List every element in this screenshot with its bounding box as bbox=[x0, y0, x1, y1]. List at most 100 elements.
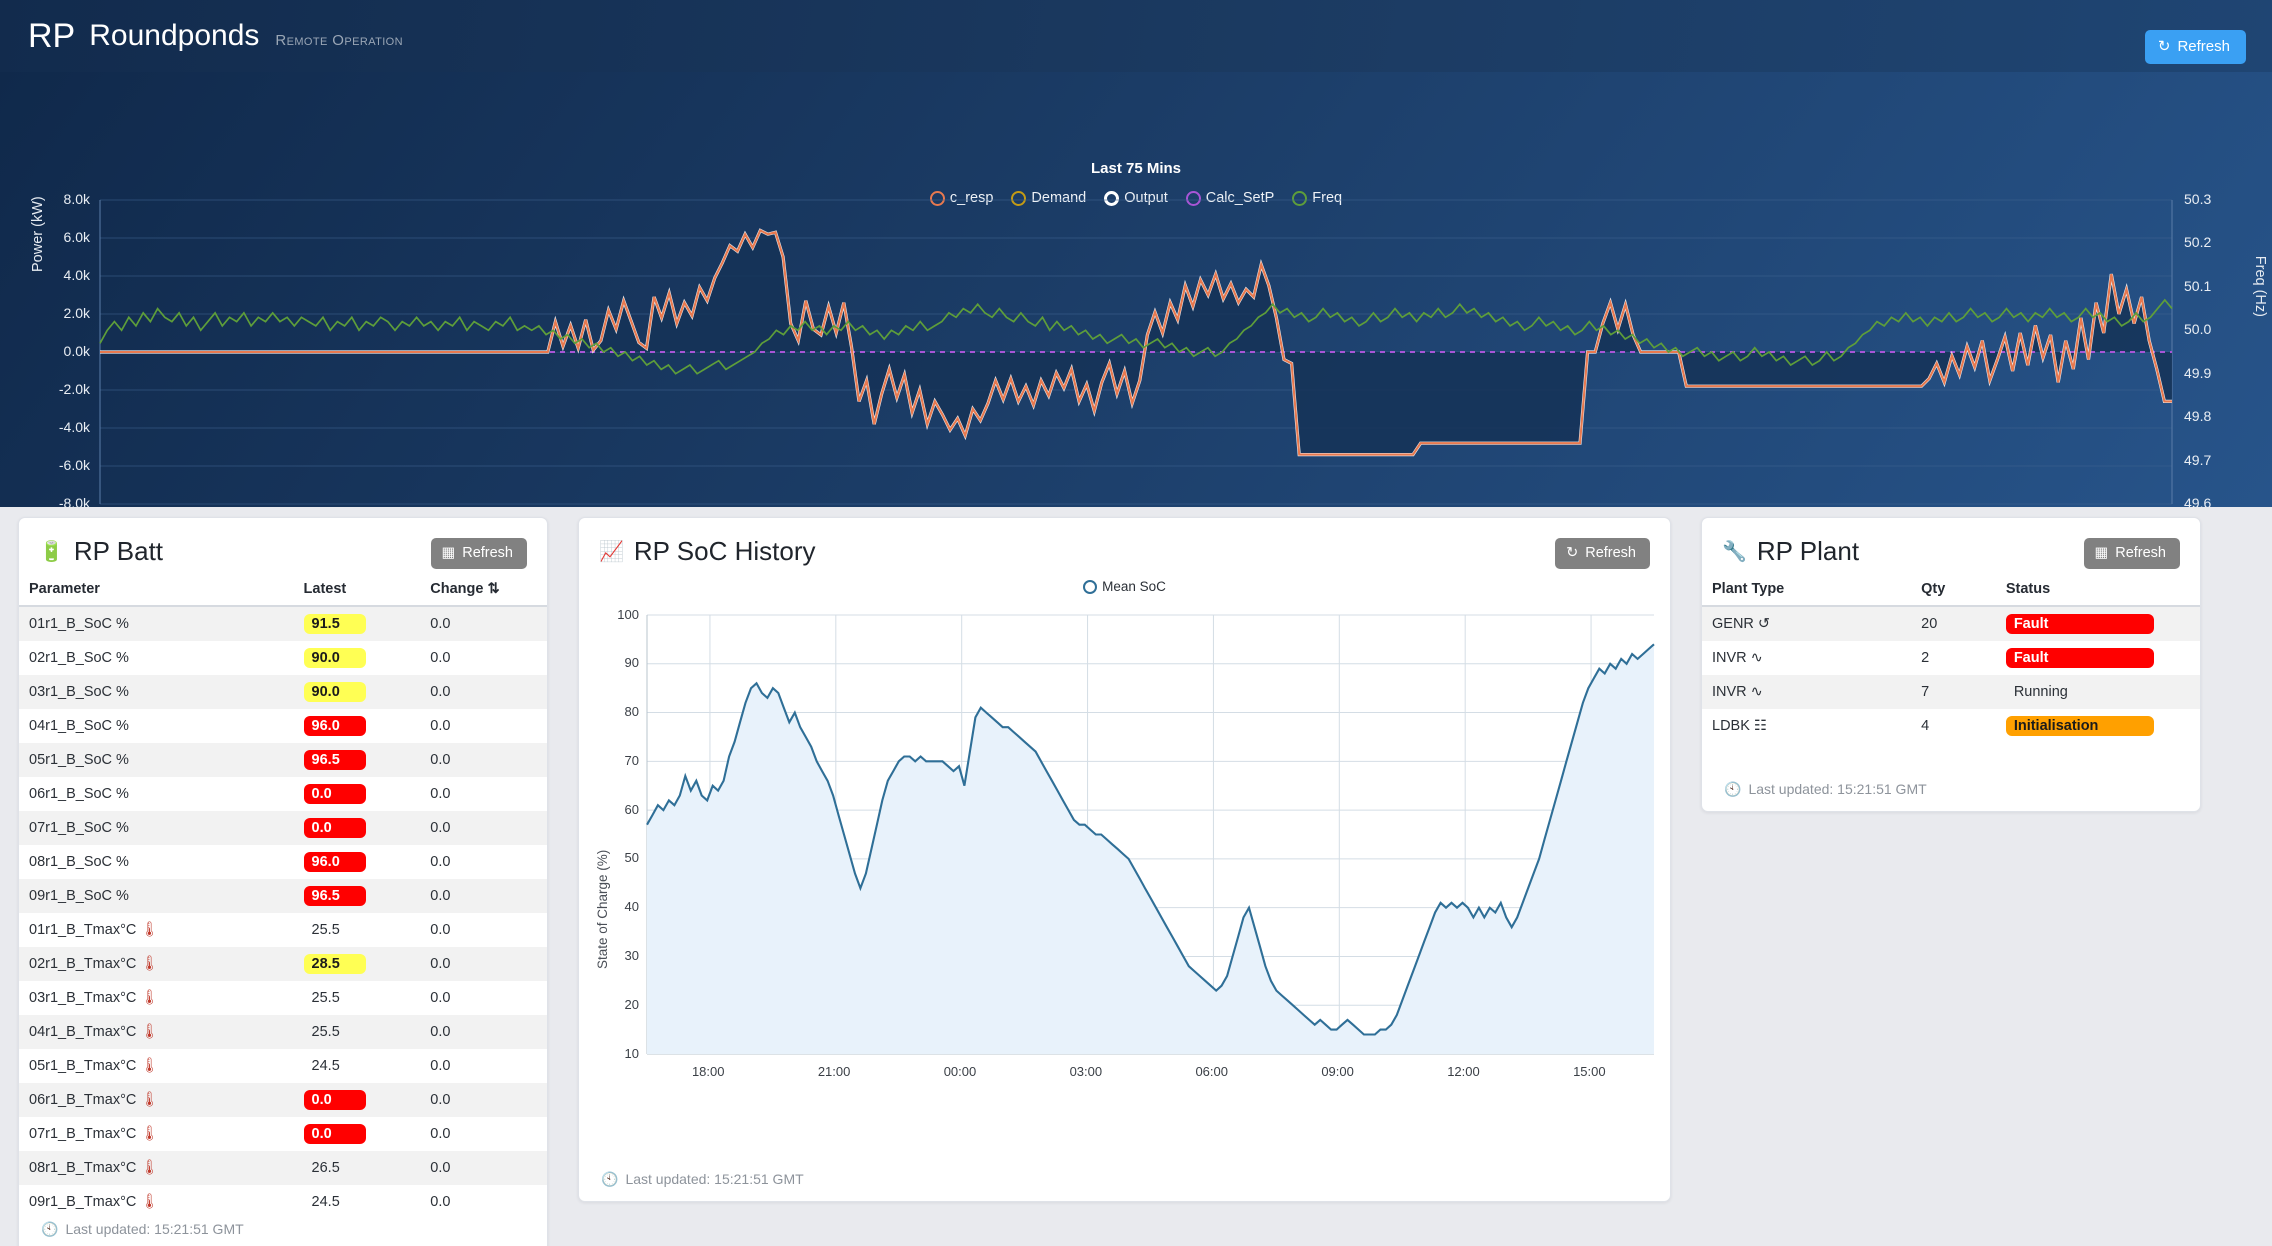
soc-y-tick: 10 bbox=[611, 1046, 639, 1061]
hero-y-tick: 4.0k bbox=[40, 267, 90, 283]
cell-parameter: 07r1_B_Tmax°C 🌡 bbox=[19, 1117, 294, 1151]
rp-plant-table: Plant Type Qty Status GENR ↺20FaultINVR … bbox=[1702, 573, 2200, 743]
hero-y-tick: 2.0k bbox=[40, 305, 90, 321]
cell-qty: 2 bbox=[1911, 641, 1996, 675]
rp-soc-refresh-label: Refresh bbox=[1585, 545, 1636, 561]
latest-value: 0.0 bbox=[304, 818, 366, 838]
brand-logo: RP bbox=[28, 19, 75, 53]
cell-parameter: 03r1_B_SoC % bbox=[19, 675, 294, 709]
thermometer-icon: 🌡 bbox=[140, 1161, 158, 1176]
table-header-row: Parameter Latest Change ⇅ bbox=[19, 573, 547, 606]
wrench-icon: 🔧 bbox=[1722, 542, 1747, 562]
latest-value: 28.5 bbox=[304, 954, 366, 974]
cell-latest: 24.5 bbox=[294, 1049, 421, 1083]
rp-soc-refresh-button[interactable]: ↻ Refresh bbox=[1555, 538, 1650, 569]
clock-icon: 🕙 bbox=[41, 1222, 58, 1236]
cell-change: 0.0 bbox=[420, 913, 547, 947]
cell-change: 0.0 bbox=[420, 1151, 547, 1185]
table-row: 04r1_B_Tmax°C 🌡25.50.0 bbox=[19, 1015, 547, 1049]
table-row: INVR ∿7Running bbox=[1702, 675, 2200, 709]
soc-plot-svg bbox=[579, 599, 1672, 1119]
cell-latest: 90.0 bbox=[294, 675, 421, 709]
latest-value: 0.0 bbox=[304, 1090, 366, 1110]
cell-parameter: 09r1_B_Tmax°C 🌡 bbox=[19, 1185, 294, 1219]
soc-plot-area: State of Charge (%) 10090807060504030201… bbox=[579, 599, 1672, 1119]
rp-plant-refresh-button[interactable]: ▦ Refresh bbox=[2084, 538, 2180, 569]
rp-plant-last-updated: 🕙 Last updated: 15:21:51 GMT bbox=[1724, 781, 1927, 797]
soc-y-tick: 50 bbox=[611, 850, 639, 865]
hero-y2-tick: 49.9 bbox=[2184, 365, 2211, 381]
power-freq-plot-area bbox=[0, 72, 2272, 507]
table-row: 06r1_B_Tmax°C 🌡0.00.0 bbox=[19, 1083, 547, 1117]
thermometer-icon: 🌡 bbox=[140, 957, 158, 972]
cell-parameter: 08r1_B_Tmax°C 🌡 bbox=[19, 1151, 294, 1185]
thermometer-icon: 🌡 bbox=[140, 991, 158, 1006]
latest-value: 25.5 bbox=[304, 920, 366, 940]
col-status: Status bbox=[1996, 573, 2200, 606]
status-badge: Running bbox=[2006, 682, 2154, 702]
soc-y-tick: 80 bbox=[611, 704, 639, 719]
soc-y-tick: 90 bbox=[611, 655, 639, 670]
rp-soc-title-group: 📈 RP SoC History bbox=[599, 536, 815, 567]
rp-plant-card: 🔧 RP Plant ▦ Refresh Plant Type Qty Stat… bbox=[1701, 517, 2201, 812]
cell-latest: 25.5 bbox=[294, 981, 421, 1015]
soc-y-tick: 70 bbox=[611, 753, 639, 768]
table-row: INVR ∿2Fault bbox=[1702, 641, 2200, 675]
rp-soc-history-card: 📈 RP SoC History ↻ Refresh Mean SoC Stat… bbox=[578, 517, 1671, 1202]
hero-y-tick: 0.0k bbox=[40, 343, 90, 359]
legend-swatch-icon bbox=[1083, 580, 1097, 594]
cell-latest: 0.0 bbox=[294, 1117, 421, 1151]
table-icon: ▦ bbox=[2095, 546, 2109, 561]
soc-chart-legend: Mean SoC bbox=[579, 579, 1670, 599]
rp-batt-refresh-button[interactable]: ▦ Refresh bbox=[431, 538, 527, 569]
global-refresh-button[interactable]: ↻ Refresh bbox=[2145, 30, 2246, 64]
table-icon: ▦ bbox=[442, 546, 456, 561]
table-row: 08r1_B_SoC %96.00.0 bbox=[19, 845, 547, 879]
app-root: RP Roundponds Remote Operation ↻ Refresh… bbox=[0, 0, 2272, 1246]
app-header: RP Roundponds Remote Operation ↻ Refresh bbox=[0, 0, 2272, 72]
cell-parameter: 04r1_B_SoC % bbox=[19, 709, 294, 743]
table-row: 09r1_B_Tmax°C 🌡24.50.0 bbox=[19, 1185, 547, 1219]
legend-item-mean-soc[interactable]: Mean SoC bbox=[1083, 579, 1166, 594]
battery-icon: 🔋 bbox=[39, 542, 64, 562]
cell-change: 0.0 bbox=[420, 1117, 547, 1151]
cell-change: 0.0 bbox=[420, 709, 547, 743]
latest-value: 90.0 bbox=[304, 648, 366, 668]
table-row: LDBK ☷4Initialisation bbox=[1702, 709, 2200, 743]
soc-x-tick: 15:00 bbox=[1573, 1064, 1606, 1079]
table-row: 07r1_B_Tmax°C 🌡0.00.0 bbox=[19, 1117, 547, 1151]
rp-soc-header: 📈 RP SoC History ↻ Refresh bbox=[579, 518, 1670, 573]
rp-batt-table-body: 01r1_B_SoC %91.50.002r1_B_SoC %90.00.003… bbox=[19, 606, 547, 1219]
col-plant-type: Plant Type bbox=[1702, 573, 1911, 606]
soc-x-tick: 00:00 bbox=[944, 1064, 977, 1079]
hero-y-tick: -4.0k bbox=[40, 419, 90, 435]
cell-status: Running bbox=[1996, 675, 2200, 709]
table-row: 05r1_B_Tmax°C 🌡24.50.0 bbox=[19, 1049, 547, 1083]
cell-latest: 90.0 bbox=[294, 641, 421, 675]
soc-y-tick: 20 bbox=[611, 997, 639, 1012]
cell-latest: 96.0 bbox=[294, 709, 421, 743]
rp-batt-table: Parameter Latest Change ⇅ 01r1_B_SoC %91… bbox=[19, 573, 547, 1219]
rp-soc-last-updated: 🕙 Last updated: 15:21:51 GMT bbox=[601, 1171, 804, 1187]
thermometer-icon: 🌡 bbox=[140, 1025, 158, 1040]
table-row: 08r1_B_Tmax°C 🌡26.50.0 bbox=[19, 1151, 547, 1185]
cell-change: 0.0 bbox=[420, 947, 547, 981]
col-parameter: Parameter bbox=[19, 573, 294, 606]
table-row: GENR ↺20Fault bbox=[1702, 606, 2200, 641]
col-change[interactable]: Change ⇅ bbox=[420, 573, 547, 606]
cell-latest: 26.5 bbox=[294, 1151, 421, 1185]
rp-soc-title: RP SoC History bbox=[634, 536, 816, 567]
hero-y2-tick: 49.6 bbox=[2184, 495, 2211, 507]
clock-icon: 🕙 bbox=[1724, 782, 1741, 796]
cell-latest: 91.5 bbox=[294, 606, 421, 641]
latest-value: 25.5 bbox=[304, 1022, 366, 1042]
soc-y-tick: 100 bbox=[611, 607, 639, 622]
cell-qty: 20 bbox=[1911, 606, 1996, 641]
table-row: 02r1_B_Tmax°C 🌡28.50.0 bbox=[19, 947, 547, 981]
soc-x-tick: 09:00 bbox=[1321, 1064, 1354, 1079]
plant-type-icon: ↺ bbox=[1758, 617, 1770, 632]
soc-y-tick: 40 bbox=[611, 899, 639, 914]
hero-y2-axis-label: Freq (Hz) bbox=[2252, 256, 2268, 317]
cell-parameter: 09r1_B_SoC % bbox=[19, 879, 294, 913]
cell-latest: 25.5 bbox=[294, 913, 421, 947]
